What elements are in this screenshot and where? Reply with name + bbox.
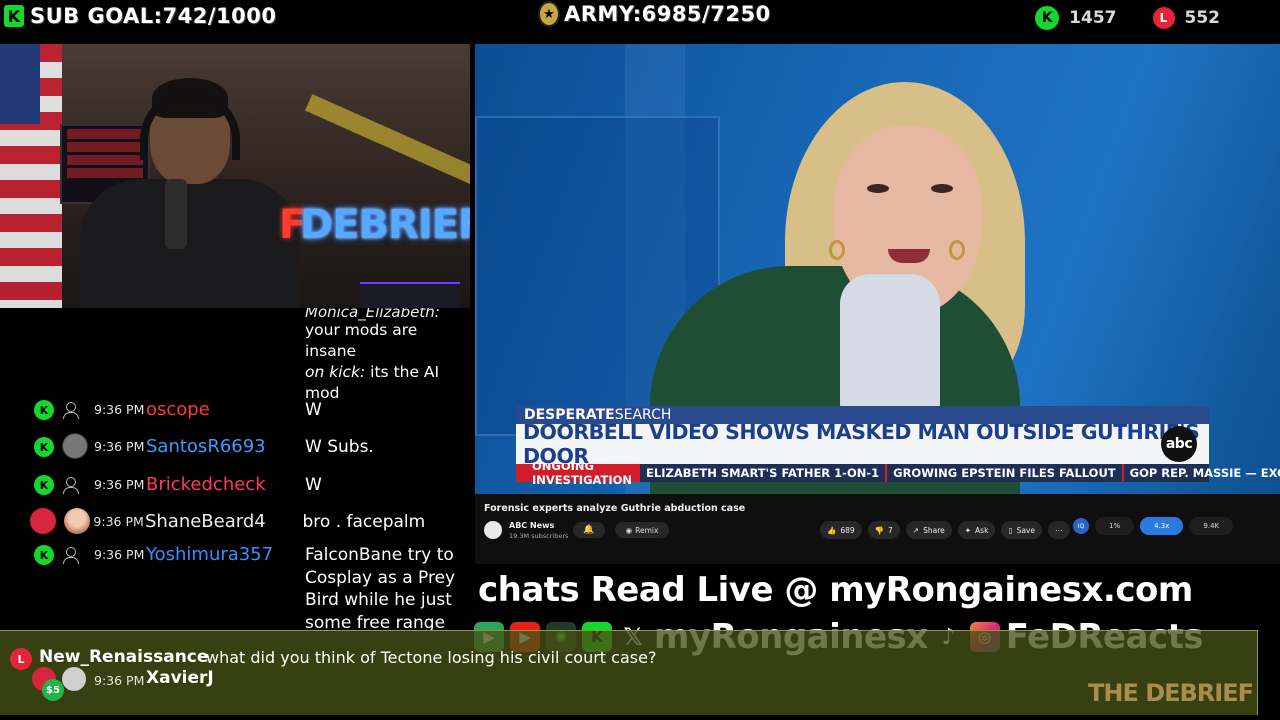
stat-pill: 4.3x: [1140, 517, 1184, 535]
chat-text: bro . facepalm: [302, 512, 426, 532]
microphone-icon: [165, 179, 187, 249]
avatar: [62, 432, 88, 459]
chat-username[interactable]: SantosR6693: [146, 436, 305, 458]
remix-icon: ◉: [625, 525, 633, 535]
chat-reply-line-rest: its the AI: [365, 363, 440, 381]
video-actions: 👍 689 👎 7 ↗ Share ✦ Ask ▯ Save ⋯: [820, 521, 1070, 539]
chat-panel: Monica_Elizabeth: your mods are insane o…: [0, 308, 470, 630]
caution-tape: [304, 94, 470, 192]
us-flag: [0, 44, 62, 308]
kick-logo-icon: K: [4, 5, 24, 27]
subscriber-count: 19.3M subscribers: [509, 532, 569, 540]
chat-time: 9:36 PM: [94, 673, 145, 688]
stat-pill: 9.4K: [1189, 517, 1234, 535]
kick-viewer-count: 1457: [1069, 8, 1117, 28]
donor-avatars: $5: [32, 667, 92, 701]
highlight-message: what did you think of Tectone losing his…: [206, 648, 657, 667]
avatar: [62, 667, 86, 691]
chat-username[interactable]: oscope: [146, 399, 305, 421]
chat-message: K 9:36 PM Brickedcheck W: [34, 474, 470, 497]
chat-text: FalconBane try to Cosplay as a Prey Bird…: [305, 545, 456, 630]
bookmark-icon: ▯: [1008, 525, 1013, 535]
chat-text: W: [305, 475, 322, 495]
like-button[interactable]: 👍 689: [820, 521, 862, 539]
chats-read-live-banner: chats Read Live @ myRongainesx.com: [478, 570, 1193, 610]
chat-username[interactable]: Brickedcheck: [146, 474, 305, 496]
kick-badge-icon: K: [34, 400, 54, 420]
webcam-feed: F DEBRIEF: [0, 44, 470, 308]
chat-message: K 9:36 PM SantosR6693 W Subs.: [34, 432, 470, 459]
extension-stats: IQ 1% 4.3x 9.4K: [1073, 517, 1234, 535]
save-button[interactable]: ▯ Save: [1001, 521, 1042, 539]
more-icon: ⋯: [1055, 525, 1063, 535]
share-button[interactable]: ↗ Share: [905, 521, 952, 539]
video-player[interactable]: DESPERATE SEARCH DOORBELL VIDEO SHOWS MA…: [475, 44, 1280, 494]
sub-goal-text: SUB GOAL:742/1000: [30, 4, 277, 28]
notification-bell-button[interactable]: 🔔: [573, 522, 605, 538]
audio-mixer: [360, 282, 460, 308]
news-lower-third: DESPERATE SEARCH DOORBELL VIDEO SHOWS MA…: [516, 406, 1280, 487]
donation-badge: $5: [42, 679, 64, 701]
chat-message: 9:36 PM ShaneBeard4 bro . facepalm: [30, 507, 466, 534]
video-title: Forensic experts analyze Guthrie abducti…: [484, 503, 746, 514]
ask-button[interactable]: ✦ Ask: [957, 521, 996, 539]
chat-message: K 9:36 PM oscope W: [34, 399, 470, 422]
army-goal-text: ARMY:6985/7250: [564, 2, 771, 26]
chat-time: 9:36 PM: [94, 547, 145, 562]
badge-icon: [30, 507, 56, 534]
chat-time: 9:36 PM: [94, 477, 145, 492]
remix-button[interactable]: ◉ Remix: [615, 522, 669, 538]
share-icon: ↗: [912, 525, 920, 535]
sparkle-icon: ✦: [964, 525, 972, 535]
l-badge-icon: L: [10, 648, 32, 670]
neon-debrief-sign: DEBRIEF: [300, 202, 470, 248]
channel-avatar[interactable]: [484, 521, 502, 539]
chat-reply-italic: on kick:: [305, 363, 366, 381]
chat-username[interactable]: XavierJ: [146, 668, 214, 688]
youtube-video-info: Forensic experts analyze Guthrie abducti…: [475, 494, 1280, 564]
thumbs-down-icon: 👎: [874, 525, 885, 535]
lower-third-headline: DOORBELL VIDEO SHOWS MASKED MAN OUTSIDE …: [516, 420, 1209, 468]
chat-username[interactable]: ShaneBeard4: [145, 511, 303, 533]
sub-goal: K SUB GOAL:742/1000: [4, 4, 277, 28]
army-goal: ★ ARMY:6985/7250: [538, 1, 771, 27]
kick-badge-icon: K: [34, 437, 54, 457]
chat-time: 9:36 PM: [93, 514, 144, 529]
viewer-counts: K 1457 L 552: [1035, 6, 1220, 30]
l-viewer-count: 552: [1184, 8, 1221, 28]
chat-time: 9:36 PM: [94, 439, 145, 454]
user-icon: [62, 546, 79, 564]
chat-text: W: [305, 400, 322, 420]
thumbs-up-icon: 👍: [827, 525, 837, 535]
streamer: [70, 78, 300, 308]
dislike-button[interactable]: 👎 7: [867, 521, 900, 539]
top-overlay-bar: K SUB GOAL:742/1000 ★ ARMY:6985/7250 K 1…: [0, 0, 1280, 36]
stat-pill: 1%: [1095, 517, 1135, 535]
kick-badge-icon: K: [34, 545, 54, 565]
chat-message-partial: Monica_Elizabeth: your mods are insane o…: [305, 308, 470, 404]
chat-text: W Subs.: [305, 437, 374, 457]
user-icon: [62, 401, 79, 419]
highlighted-chat-bar: L New_Renaissance what did you think of …: [0, 630, 1258, 715]
avatar: [64, 507, 90, 534]
l-viewers-icon: L: [1152, 7, 1175, 29]
chat-reply-user: Monica_Elizabeth:: [305, 308, 440, 321]
kick-viewers-icon: K: [1035, 6, 1060, 30]
user-icon: [62, 476, 79, 494]
iq-icon: IQ: [1073, 518, 1089, 534]
more-button[interactable]: ⋯: [1048, 521, 1070, 539]
kick-badge-icon: K: [34, 475, 54, 495]
bell-icon: 🔔: [583, 525, 595, 535]
chat-username[interactable]: Yoshimura357: [146, 544, 305, 566]
chat-message: K 9:36 PM Yoshimura357 FalconBane try to…: [34, 544, 470, 630]
army-badge-icon: ★: [538, 1, 560, 27]
highlight-username[interactable]: New_Renaissance: [39, 647, 208, 667]
abc-logo-icon: abc: [1161, 426, 1197, 462]
chat-time: 9:36 PM: [94, 402, 145, 417]
chat-reply-line: your mods are insane: [305, 321, 418, 360]
chat-reply-line: on kick: its the AI: [305, 362, 470, 383]
channel-name[interactable]: ABC News: [509, 521, 554, 530]
the-debrief-logo: THE DEBRIEF: [1087, 679, 1254, 707]
